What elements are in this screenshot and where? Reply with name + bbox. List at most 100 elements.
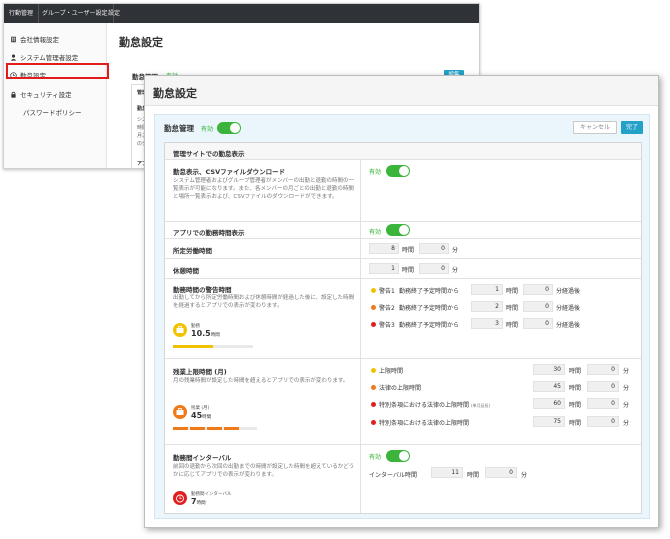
hour-unit: 時間 <box>569 402 582 409</box>
row-label-cell: アプリでの勤務時間表示 <box>165 222 361 238</box>
row-label-cell: 勤務時間の警告時間 出勤してから所定労働時間および休憩時間が経過した後に、設定し… <box>165 279 361 358</box>
interval-minutes-input[interactable]: 0 <box>485 467 517 478</box>
hour-unit: 時間 <box>506 305 519 312</box>
warning1-hours-input[interactable]: 1 <box>471 284 503 295</box>
hour-unit: 時間 <box>569 385 582 392</box>
minute-unit: 分 <box>452 247 459 254</box>
row-label-cell: 休憩時間 <box>165 259 361 278</box>
page-title: 勤怠設定 <box>153 87 197 100</box>
legal-limit-dot <box>371 385 376 390</box>
table-row: 勤務時間の警告時間 出勤してから所定労働時間および休憩時間が経過した後に、設定し… <box>165 279 641 359</box>
legal-limit-minutes-input[interactable]: 0 <box>587 381 619 392</box>
hour-unit: 時間 <box>402 267 415 274</box>
break-minutes-input[interactable]: 0 <box>419 263 449 274</box>
warning2-hours-input[interactable]: 2 <box>471 301 503 312</box>
warning3-label: 警告3 <box>379 322 395 329</box>
minute-unit: 分 <box>623 420 630 427</box>
attendance-management-toggle[interactable] <box>217 122 241 134</box>
limit-hours-input[interactable]: 30 <box>533 364 565 375</box>
warning3-hours-input[interactable]: 3 <box>471 318 503 329</box>
warning2-dot <box>371 305 376 310</box>
row-description: 月の残業時間が設定した時間を超えるとアプリでの表示が変わります。 <box>173 378 349 384</box>
row-label-cell: 勤務間インターバル 前回の退勤から次回の出勤までの時間が設定した時間を超えている… <box>165 445 361 513</box>
row-label: 残業上限時間 (月) <box>173 368 227 376</box>
top-navigation-bar: 行動管理 グループ・ユーザー設定 設定 <box>4 4 479 23</box>
row-description: 前回の退勤から次回の出勤までの時間が設定した時間を超えているかどうかに応じてアプ… <box>173 464 355 478</box>
settings-table: 管理サイトでの勤怠表示 勤怠表示、CSVファイルダウンロード システム管理者およ… <box>164 142 642 514</box>
row-label: 勤怠表示、CSVファイルダウンロード <box>173 168 286 176</box>
special-monthly-label: 特別条項における法律の上限時間 (単月延長) <box>379 402 491 409</box>
warning3-text: 勤務終了予定時間から <box>399 322 460 329</box>
row-label-cell: 残業上限時間 (月) 月の残業時間が設定した時間を超えるとアプリでの表示が変わり… <box>165 359 361 444</box>
row-description: システム管理者およびグループ管理者がメンバーの出勤と退勤の時間の一覧表示が可能に… <box>173 178 355 200</box>
settings-sidebar: 会社情報設定 システム管理者設定 勤怠設定 セキュリティ設定 パスワードポリシー <box>4 23 107 168</box>
warning1-dot <box>371 288 376 293</box>
special-annual-dot <box>371 420 376 425</box>
table-row: 休憩時間 1 時間 0 分 <box>165 259 641 279</box>
row-label-cell: 所定労働時間 <box>165 239 361 258</box>
csv-download-toggle[interactable] <box>386 165 410 177</box>
timer-icon <box>173 491 187 505</box>
break-hours-input[interactable]: 1 <box>369 263 399 274</box>
row-label: 休憩時間 <box>173 267 199 275</box>
progress-segment <box>224 427 239 430</box>
window-header: 勤怠設定 <box>145 76 658 106</box>
minute-unit: 分 <box>623 368 630 375</box>
hour-unit: 時間 <box>569 420 582 427</box>
progress-segment <box>207 427 222 430</box>
special-annual-hours-input[interactable]: 75 <box>533 416 565 427</box>
lock-icon <box>11 91 16 98</box>
special-annual-minutes-input[interactable]: 0 <box>587 416 619 427</box>
table-row: 所定労働時間 8 時間 0 分 <box>165 239 641 259</box>
special-monthly-minutes-input[interactable]: 0 <box>587 398 619 409</box>
table-row: 残業上限時間 (月) 月の残業時間が設定した時間を超えるとアプリでの表示が変わり… <box>165 359 641 445</box>
special-monthly-dot <box>371 402 376 407</box>
row-label-cell: 勤怠表示、CSVファイルダウンロード システム管理者およびグループ管理者がメンバ… <box>165 160 361 221</box>
minute-unit: 分 <box>452 267 459 274</box>
section-header: 管理サイトでの勤怠表示 <box>173 150 245 158</box>
minute-unit: 分経過後 <box>556 322 581 329</box>
illustration-value: 45時間 <box>191 411 212 420</box>
warning2-text: 勤務終了予定時間から <box>399 305 460 312</box>
sidebar-item-password-policy[interactable]: パスワードポリシー <box>23 107 82 117</box>
sidebar-item-security[interactable]: セキュリティ設定 <box>10 89 72 99</box>
cancel-button[interactable]: キャンセル <box>573 121 617 134</box>
row-description: 出勤してから所定労働時間および休憩時間が経過した後に、設定した時間を経過するとア… <box>173 295 355 309</box>
hour-unit: 時間 <box>569 368 582 375</box>
building-icon <box>11 36 16 42</box>
special-monthly-hours-input[interactable]: 60 <box>533 398 565 409</box>
app-display-toggle[interactable] <box>386 224 410 236</box>
scheduled-minutes-input[interactable]: 0 <box>419 243 449 254</box>
illustration-value: 7時間 <box>191 497 206 506</box>
interval-toggle[interactable] <box>386 450 410 462</box>
user-icon <box>10 54 17 61</box>
row-label: アプリでの勤務時間表示 <box>173 229 245 237</box>
special-annual-label: 特別条項における法律の上限時間 <box>379 420 470 427</box>
row-label: 所定労働時間 <box>173 247 212 255</box>
hour-unit: 時間 <box>402 247 415 254</box>
progress-segment <box>190 427 205 430</box>
warning1-minutes-input[interactable]: 0 <box>523 284 553 295</box>
illustration-value: 10.5時間 <box>191 329 220 338</box>
scheduled-hours-input[interactable]: 8 <box>369 243 399 254</box>
interval-hours-input[interactable]: 11 <box>431 467 463 478</box>
row-label: 勤務時間の警告時間 <box>173 286 232 294</box>
minute-unit: 分 <box>623 402 630 409</box>
topnav-settings[interactable]: 設定 <box>103 4 125 23</box>
hour-unit: 時間 <box>467 472 480 479</box>
minute-unit: 分経過後 <box>556 288 581 295</box>
warning2-minutes-input[interactable]: 0 <box>523 301 553 312</box>
hour-unit: 時間 <box>506 288 519 295</box>
legal-limit-hours-input[interactable]: 45 <box>533 381 565 392</box>
done-button[interactable]: 完了 <box>621 121 643 134</box>
sidebar-item-company-info[interactable]: 会社情報設定 <box>10 34 59 44</box>
highlight-box <box>6 63 109 79</box>
limit-minutes-input[interactable]: 0 <box>587 364 619 375</box>
table-row: 勤怠表示、CSVファイルダウンロード システム管理者およびグループ管理者がメンバ… <box>165 160 641 222</box>
row-label: 勤務間インターバル <box>173 454 232 462</box>
topnav-action-management[interactable]: 行動管理 <box>4 4 40 23</box>
overtime-briefcase-icon <box>173 405 187 419</box>
sidebar-item-system-admin[interactable]: システム管理者設定 <box>10 52 78 62</box>
warning3-minutes-input[interactable]: 0 <box>523 318 553 329</box>
warning1-text: 勤務終了予定時間から <box>399 288 460 295</box>
